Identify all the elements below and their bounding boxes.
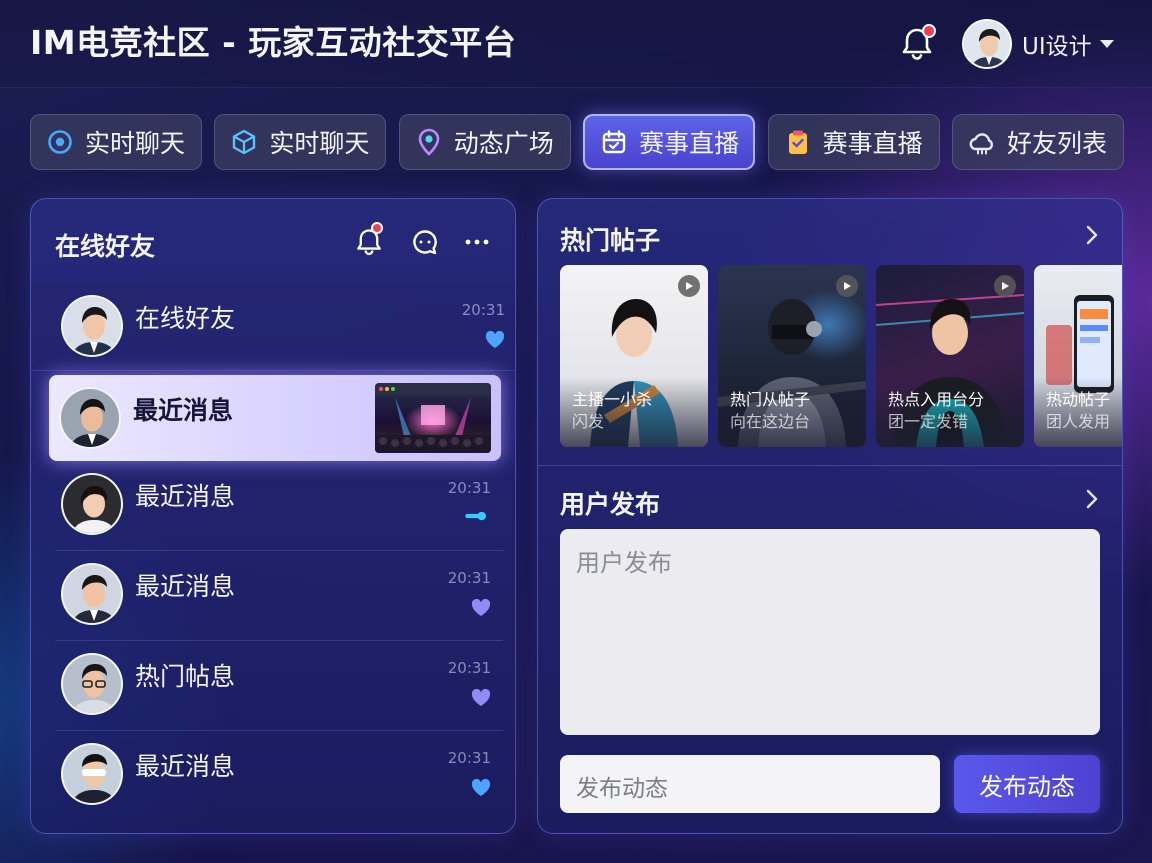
- play-icon[interactable]: [678, 275, 700, 297]
- post-content-textarea[interactable]: 用户发布: [560, 529, 1100, 735]
- user-menu[interactable]: UI设计: [962, 18, 1114, 70]
- divider: [538, 465, 1122, 466]
- live-stream-thumbnail[interactable]: [375, 383, 491, 453]
- toggle-icon[interactable]: [461, 511, 491, 521]
- post-card[interactable]: 主播一小杀 闪发: [560, 265, 708, 447]
- friend-name: 热门帖息: [135, 662, 236, 691]
- tab-live-matches[interactable]: 赛事直播: [583, 114, 756, 170]
- post-card[interactable]: 热点入用台分 团一定发错: [876, 265, 1024, 447]
- content-panel: 热门帖子 主播一小杀 闪发 热门从帖子 向在这边台 热点入用台分 团一定发错 热…: [537, 198, 1123, 834]
- target-icon: [45, 127, 75, 157]
- tab-label: 赛事直播: [822, 129, 923, 158]
- avatar: [61, 743, 123, 805]
- cube-icon: [229, 127, 259, 157]
- post-caption-line: 闪发: [572, 412, 605, 431]
- message-time: 20:31: [447, 749, 491, 767]
- chat-bubble-icon: [413, 230, 437, 255]
- avatar: [962, 19, 1012, 69]
- location-pin-icon: [414, 127, 444, 157]
- tab-friend-list[interactable]: 好友列表: [951, 114, 1124, 170]
- calendar-icon: [599, 127, 629, 157]
- list-item[interactable]: 最近消息 20:31: [55, 731, 503, 821]
- notification-button[interactable]: [351, 222, 387, 260]
- avatar: [61, 563, 123, 625]
- post-caption-line: 热动帖子: [1046, 390, 1111, 409]
- tab-label: 动态广场: [453, 129, 554, 158]
- chat-button[interactable]: [407, 224, 443, 260]
- play-icon[interactable]: [836, 275, 858, 297]
- avatar: [61, 653, 123, 715]
- list-item[interactable]: 最近消息 20:31: [55, 551, 503, 641]
- post-caption: 热门从帖子 向在这边台: [718, 377, 866, 447]
- post-caption-line: 团一定发错: [888, 412, 969, 431]
- more-icon: [465, 239, 489, 245]
- notification-button[interactable]: [898, 24, 938, 64]
- friend-name: 在线好友: [135, 304, 236, 333]
- tab-label: 实时聊天: [269, 129, 370, 158]
- tab-realtime-chat-2[interactable]: 实时聊天: [214, 114, 387, 170]
- nav-tabs: 实时聊天 实时聊天 动态广场 赛事直播 赛事直播 好友列表: [30, 114, 1124, 170]
- cloud-icon: [967, 127, 997, 157]
- message-time: 20:31: [447, 479, 491, 497]
- post-caption-line: 主播一小杀: [572, 390, 653, 409]
- list-item[interactable]: 最近消息 20:31: [55, 461, 503, 551]
- message-time: 20:31: [447, 659, 491, 677]
- clipboard-icon: [783, 127, 813, 157]
- list-item[interactable]: 热门帖息 20:31: [55, 641, 503, 731]
- message-time: 20:31: [447, 569, 491, 587]
- list-item-selected[interactable]: 最近消息: [49, 375, 501, 461]
- friend-name: 最近消息: [135, 752, 236, 781]
- tab-label: 好友列表: [1006, 129, 1107, 158]
- post-status-input[interactable]: 发布动态: [560, 755, 940, 813]
- message-time: 20:31: [461, 301, 505, 319]
- chevron-down-icon: [1099, 40, 1114, 48]
- notification-badge: [922, 24, 936, 38]
- play-icon[interactable]: [994, 275, 1016, 297]
- heart-icon: [471, 779, 491, 796]
- heart-icon: [471, 599, 491, 616]
- notification-badge: [371, 222, 383, 234]
- post-caption-line: 团人发用: [1046, 412, 1111, 431]
- friends-panel: 在线好友 在线好友 20:31 最近消息 最近消息 20:31 最近消息 20:…: [30, 198, 516, 834]
- post-caption: 热动帖子 团人发用: [1034, 377, 1122, 447]
- section-title-hot-posts: 热门帖子: [560, 226, 661, 255]
- avatar: [59, 387, 121, 449]
- tab-label: 赛事直播: [639, 129, 740, 158]
- heart-icon: [471, 689, 491, 706]
- avatar: [61, 295, 123, 357]
- app-header: IM电竞社区 - 玩家互动社交平台 UI设计: [0, 0, 1152, 88]
- heart-icon: [485, 331, 505, 348]
- tab-feed-square[interactable]: 动态广场: [398, 114, 571, 170]
- post-card[interactable]: 热门从帖子 向在这边台: [718, 265, 866, 447]
- list-item[interactable]: 在线好友 20:31: [31, 283, 515, 371]
- tab-live-matches-2[interactable]: 赛事直播: [767, 114, 940, 170]
- post-card[interactable]: 热动帖子 团人发用: [1034, 265, 1122, 447]
- section-title-publish: 用户发布: [560, 490, 661, 519]
- friend-name: 最近消息: [135, 482, 236, 511]
- tab-realtime-chat[interactable]: 实时聊天: [30, 114, 202, 170]
- post-caption-line: 热门从帖子: [730, 390, 811, 409]
- more-button[interactable]: [459, 224, 495, 260]
- panel-actions: [351, 222, 501, 260]
- friend-name: 最近消息: [135, 572, 236, 601]
- hot-posts-carousel: 主播一小杀 闪发 热门从帖子 向在这边台 热点入用台分 团一定发错 热动帖子 团…: [560, 265, 1122, 447]
- user-name: UI设计: [1022, 34, 1092, 60]
- post-caption-line: 热点入用台分: [888, 390, 985, 409]
- chevron-right-icon[interactable]: [1086, 225, 1098, 245]
- tab-label: 实时聊天: [85, 129, 186, 158]
- post-caption-line: 向在这边台: [730, 412, 811, 431]
- chevron-right-icon[interactable]: [1086, 489, 1098, 509]
- publish-button[interactable]: 发布动态: [954, 755, 1100, 813]
- avatar: [61, 473, 123, 535]
- panel-title: 在线好友: [55, 232, 156, 261]
- post-caption: 热点入用台分 团一定发错: [876, 377, 1024, 447]
- app-title: IM电竞社区 - 玩家互动社交平台: [30, 23, 517, 62]
- friend-name: 最近消息: [133, 396, 234, 425]
- friend-list: 在线好友 20:31 最近消息 最近消息 20:31 最近消息 20:31 热门…: [31, 283, 515, 821]
- post-caption: 主播一小杀 闪发: [560, 377, 708, 447]
